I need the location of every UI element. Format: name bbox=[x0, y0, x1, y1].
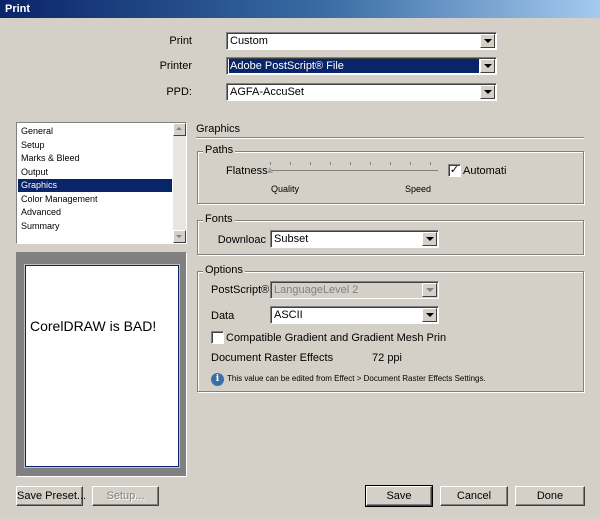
chevron-down-icon[interactable] bbox=[422, 308, 437, 322]
scroll-up-icon[interactable] bbox=[173, 123, 186, 136]
printer-select[interactable]: Adobe PostScript® File bbox=[226, 57, 497, 75]
automatic-label: Automati bbox=[463, 165, 507, 177]
printer-value: Adobe PostScript® File bbox=[229, 59, 479, 73]
paths-group bbox=[197, 151, 584, 204]
data-select[interactable]: ASCII bbox=[270, 306, 439, 324]
chevron-down-icon[interactable] bbox=[422, 232, 437, 246]
chevron-down-icon[interactable] bbox=[480, 85, 495, 99]
flatness-tick bbox=[410, 162, 411, 165]
ppd-select[interactable]: AGFA-AccuSet bbox=[226, 83, 497, 101]
compatible-gradient-label: Compatible Gradient and Gradient Mesh Pr… bbox=[226, 332, 447, 344]
download-select[interactable]: Subset bbox=[270, 230, 439, 248]
sidebar-item-general[interactable]: General bbox=[18, 125, 172, 138]
category-list[interactable]: General Setup Marks & Bleed Output Graph… bbox=[16, 122, 187, 244]
flatness-tick bbox=[390, 162, 391, 165]
chevron-down-icon[interactable] bbox=[480, 34, 495, 48]
list-scrollbar[interactable] bbox=[173, 123, 186, 243]
section-title: Graphics bbox=[196, 123, 241, 135]
data-label: Data bbox=[211, 310, 235, 322]
flatness-tick bbox=[430, 162, 431, 165]
flatness-tick bbox=[310, 162, 311, 165]
flatness-tick bbox=[350, 162, 351, 165]
sidebar-item-output[interactable]: Output bbox=[18, 166, 172, 179]
preview-pane: CorelDRAW is BAD! bbox=[16, 252, 187, 477]
preview-page: CorelDRAW is BAD! bbox=[25, 265, 179, 467]
save-preset-button[interactable]: Save Preset... bbox=[16, 486, 86, 506]
info-text: This value can be edited from Effect > D… bbox=[227, 374, 486, 383]
raster-effects-unit: ppi bbox=[387, 352, 402, 364]
speed-label: Speed bbox=[405, 184, 432, 194]
sidebar-item-marks-bleed[interactable]: Marks & Bleed bbox=[18, 152, 172, 165]
postscript-select[interactable]: LanguageLevel 2 bbox=[270, 281, 439, 299]
quality-label: Quality bbox=[271, 184, 300, 194]
save-button[interactable]: Save bbox=[365, 485, 433, 507]
print-preset-value: Custom bbox=[230, 35, 268, 47]
ppd-value: AGFA-AccuSet bbox=[230, 86, 304, 98]
flatness-track[interactable] bbox=[270, 170, 438, 171]
flatness-tick bbox=[290, 162, 291, 165]
flatness-slider-thumb[interactable] bbox=[267, 167, 273, 173]
postscript-value: LanguageLevel 2 bbox=[274, 284, 359, 296]
cancel-button[interactable]: Cancel bbox=[440, 486, 508, 506]
sidebar-item-color-management[interactable]: Color Management bbox=[18, 193, 172, 206]
paths-legend: Paths bbox=[203, 144, 236, 156]
sidebar-item-advanced[interactable]: Advanced bbox=[18, 206, 172, 219]
info-icon: i bbox=[211, 373, 224, 386]
ppd-label: PPD: bbox=[166, 86, 192, 98]
fonts-legend: Fonts bbox=[203, 213, 235, 225]
setup-button[interactable]: Setup... bbox=[92, 486, 159, 506]
preview-text: CorelDRAW is BAD! bbox=[30, 318, 157, 334]
chevron-down-icon[interactable] bbox=[480, 59, 495, 73]
download-label: Downloac bbox=[217, 234, 266, 246]
raster-effects-label: Document Raster Effects bbox=[211, 352, 334, 364]
flatness-tick bbox=[330, 162, 331, 165]
scroll-down-icon[interactable] bbox=[173, 230, 186, 243]
print-preset-select[interactable]: Custom bbox=[226, 32, 497, 50]
raster-effects-value: 72 ppi bbox=[372, 352, 402, 364]
flatness-label: Flatness bbox=[226, 165, 268, 177]
sidebar-item-summary[interactable]: Summary bbox=[18, 220, 172, 233]
download-value: Subset bbox=[274, 233, 309, 245]
window-title: Print bbox=[5, 3, 31, 15]
options-legend: Options bbox=[203, 264, 245, 276]
flatness-tick bbox=[370, 162, 371, 165]
sidebar-item-graphics[interactable]: Graphics bbox=[18, 179, 172, 192]
sidebar-item-setup[interactable]: Setup bbox=[18, 139, 172, 152]
automatic-checkbox[interactable]: ✓ bbox=[448, 164, 461, 177]
flatness-tick bbox=[270, 162, 271, 165]
postscript-label: PostScript® bbox=[211, 284, 270, 296]
data-value: ASCII bbox=[274, 309, 303, 321]
print-label: Print bbox=[169, 35, 192, 47]
chevron-down-icon[interactable] bbox=[422, 283, 437, 297]
checkmark-icon: ✓ bbox=[449, 164, 460, 176]
printer-label: Printer bbox=[159, 60, 192, 72]
section-divider bbox=[196, 137, 584, 139]
title-bar: Print bbox=[0, 0, 600, 18]
compatible-gradient-checkbox[interactable] bbox=[211, 331, 224, 344]
done-button[interactable]: Done bbox=[515, 486, 585, 506]
